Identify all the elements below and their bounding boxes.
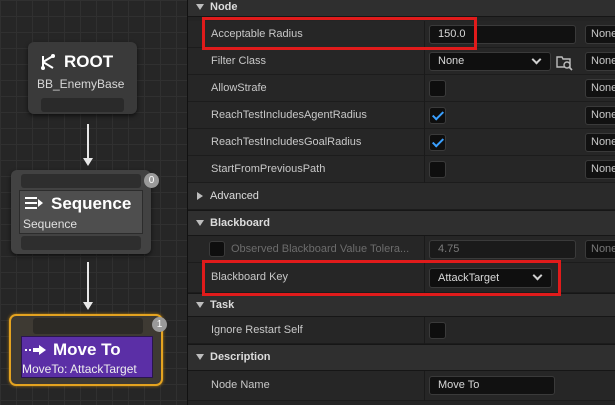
- blackboard-key-dropdown[interactable]: AttackTarget: [429, 268, 552, 288]
- filter-class-value: None: [438, 55, 465, 67]
- column-divider[interactable]: [424, 75, 425, 102]
- move-to-node-title: Move To: [53, 340, 121, 359]
- wire-sequence-to-moveto: [87, 262, 89, 302]
- wire-arrow-icon: [83, 302, 93, 310]
- sequence-output-pin[interactable]: [21, 236, 141, 250]
- sequence-node[interactable]: Sequence Sequence: [11, 170, 151, 254]
- move-to-node[interactable]: Move To MoveTo: AttackTarget: [9, 314, 163, 386]
- column-divider[interactable]: [424, 236, 425, 263]
- row-node-name: Node Name Move To: [188, 371, 615, 401]
- move-to-node-subtitle: MoveTo: AttackTarget: [22, 362, 137, 376]
- filter-class-dropdown[interactable]: None: [429, 52, 551, 71]
- acceptable-radius-side-field[interactable]: None: [585, 25, 615, 44]
- tolerance-label: Observed Blackboard Value Tolera...: [231, 243, 410, 255]
- row-start-from-previous-path: StartFromPreviousPath None: [188, 156, 615, 183]
- reach-agent-label: ReachTestIncludesAgentRadius: [211, 109, 367, 121]
- tolerance-side-field[interactable]: None: [585, 240, 615, 259]
- root-node-subtitle: BB_EnemyBase: [37, 77, 125, 91]
- tolerance-input[interactable]: 4.75: [429, 240, 576, 259]
- category-task-label: Task: [210, 299, 235, 311]
- filter-class-side-field[interactable]: None: [585, 52, 615, 71]
- column-divider[interactable]: [424, 156, 425, 183]
- node-name-label: Node Name: [211, 379, 270, 391]
- category-blackboard-label: Blackboard: [210, 217, 270, 229]
- behavior-tree-graph[interactable]: ROOT BB_EnemyBase Sequence Sequence 0 Mo…: [0, 0, 187, 405]
- start-prev-label: StartFromPreviousPath: [211, 163, 326, 175]
- column-divider[interactable]: [424, 102, 425, 129]
- row-reach-test-goal-radius: ReachTestIncludesGoalRadius None: [188, 129, 615, 156]
- move-to-icon: [25, 345, 46, 355]
- reach-agent-checkbox[interactable]: [429, 107, 446, 124]
- move-to-input-pin[interactable]: [33, 318, 143, 334]
- collapse-arrow-icon: [196, 220, 204, 226]
- details-panel[interactable]: Node Acceptable Radius 150.0 None Filter…: [187, 0, 615, 405]
- sequence-node-subtitle: Sequence: [23, 217, 78, 231]
- category-task[interactable]: Task: [188, 293, 615, 317]
- root-node-title: ROOT: [64, 52, 114, 71]
- sequence-node-header: Sequence: [25, 194, 131, 214]
- execution-order-badge: 1: [152, 317, 167, 332]
- row-advanced[interactable]: Advanced: [188, 183, 615, 210]
- row-allow-strafe: AllowStrafe None: [188, 75, 615, 102]
- category-advanced[interactable]: Advanced: [188, 183, 615, 209]
- root-node-header: ROOT: [40, 52, 113, 72]
- reach-goal-label: ReachTestIncludesGoalRadius: [211, 136, 362, 148]
- node-name-input[interactable]: Move To: [429, 376, 555, 395]
- row-acceptable-radius: Acceptable Radius 150.0 None: [188, 21, 615, 48]
- start-prev-side-field[interactable]: None: [585, 160, 615, 179]
- browse-asset-icon[interactable]: [555, 53, 573, 71]
- column-divider[interactable]: [424, 21, 425, 48]
- row-observed-tolerance: Observed Blackboard Value Tolera... 4.75…: [188, 236, 615, 263]
- chevron-down-icon: [532, 270, 543, 281]
- sequence-icon: [25, 197, 43, 209]
- start-prev-checkbox[interactable]: [429, 161, 446, 178]
- column-divider[interactable]: [424, 371, 425, 401]
- column-divider[interactable]: [424, 317, 425, 344]
- acceptable-radius-input[interactable]: 150.0: [429, 25, 576, 44]
- move-to-node-header: Move To: [25, 340, 121, 360]
- filter-class-label: Filter Class: [211, 55, 267, 67]
- reach-goal-side-field[interactable]: None: [585, 133, 615, 152]
- column-divider[interactable]: [424, 263, 425, 293]
- category-node[interactable]: Node: [188, 0, 615, 17]
- sequence-node-title: Sequence: [51, 194, 132, 213]
- reach-goal-checkbox[interactable]: [429, 134, 446, 151]
- category-node-label: Node: [210, 1, 238, 13]
- reach-agent-side-field[interactable]: None: [585, 106, 615, 125]
- collapse-arrow-icon: [196, 4, 204, 10]
- root-node[interactable]: ROOT BB_EnemyBase: [28, 42, 137, 114]
- row-blackboard-key: Blackboard Key AttackTarget: [188, 263, 615, 293]
- allow-strafe-side-field[interactable]: None: [585, 79, 615, 98]
- column-divider[interactable]: [424, 48, 425, 75]
- row-ignore-restart-self: Ignore Restart Self: [188, 317, 615, 344]
- acceptable-radius-label: Acceptable Radius: [211, 28, 303, 40]
- sequence-input-pin[interactable]: [21, 174, 141, 188]
- category-description[interactable]: Description: [188, 344, 615, 371]
- expand-arrow-icon: [197, 192, 203, 200]
- wire-arrow-icon: [83, 158, 93, 166]
- ignore-restart-label: Ignore Restart Self: [211, 324, 303, 336]
- tree-branch-icon: [41, 54, 55, 70]
- collapse-arrow-icon: [196, 302, 204, 308]
- allow-strafe-label: AllowStrafe: [211, 82, 267, 94]
- blackboard-key-value: AttackTarget: [438, 272, 500, 284]
- category-blackboard[interactable]: Blackboard: [188, 210, 615, 236]
- allow-strafe-checkbox[interactable]: [429, 80, 446, 97]
- row-filter-class: Filter Class None None: [188, 48, 615, 75]
- collapse-arrow-icon: [196, 354, 204, 360]
- column-divider[interactable]: [424, 129, 425, 156]
- tolerance-override-checkbox[interactable]: [209, 241, 225, 257]
- root-output-pin[interactable]: [41, 98, 124, 112]
- blackboard-key-label: Blackboard Key: [211, 271, 289, 283]
- category-description-label: Description: [210, 351, 271, 363]
- category-advanced-label: Advanced: [210, 190, 259, 202]
- ignore-restart-checkbox[interactable]: [429, 322, 446, 339]
- row-reach-test-agent-radius: ReachTestIncludesAgentRadius None: [188, 102, 615, 129]
- chevron-down-icon: [531, 54, 542, 65]
- execution-order-badge: 0: [144, 173, 159, 188]
- wire-root-to-sequence: [87, 124, 89, 158]
